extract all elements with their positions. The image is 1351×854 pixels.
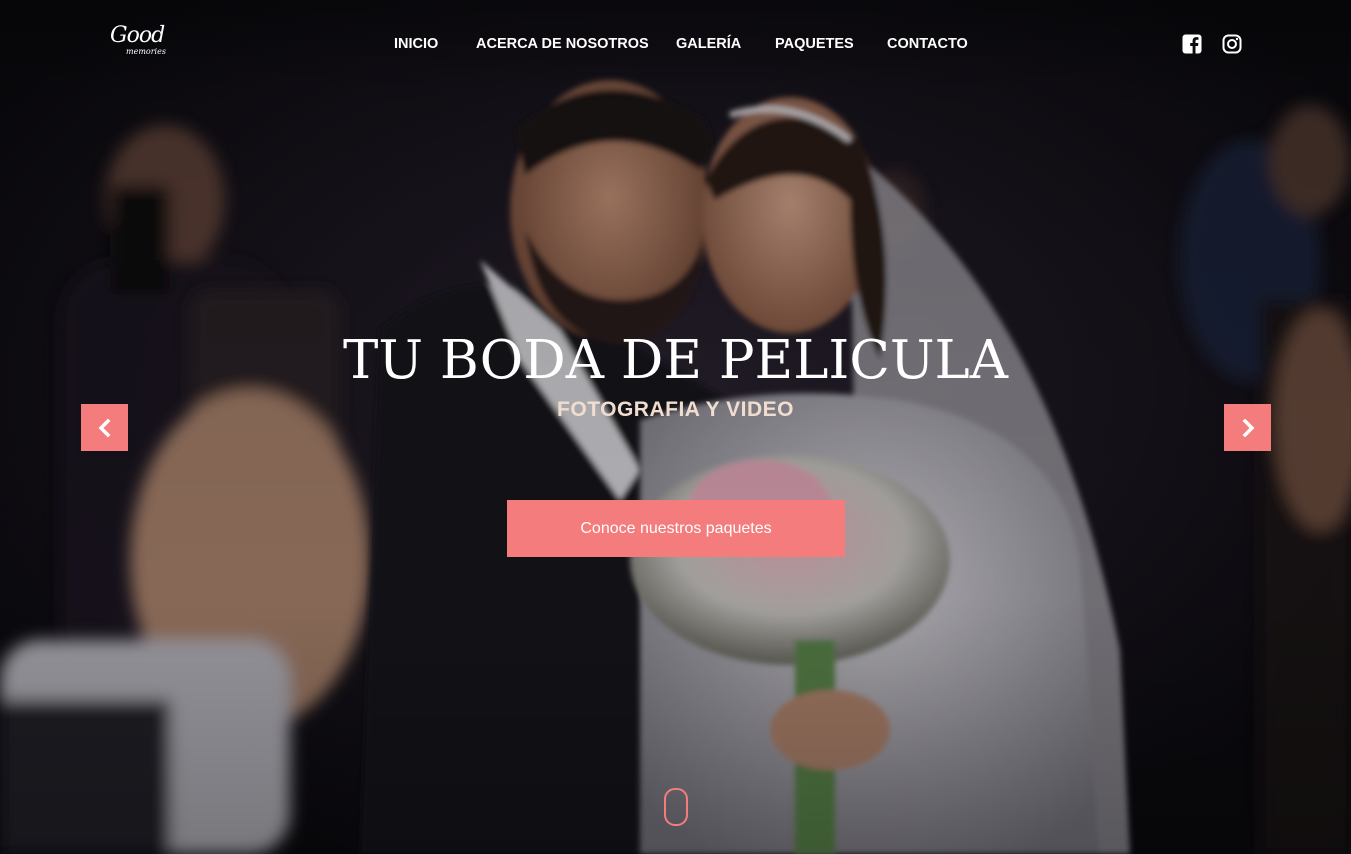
scroll-down-indicator[interactable] xyxy=(664,788,688,826)
chevron-right-icon xyxy=(1242,418,1254,437)
nav-item-contacto[interactable]: CONTACTO xyxy=(887,36,968,52)
packages-cta-button[interactable]: Conoce nuestros paquetes xyxy=(507,500,845,557)
nav-item-inicio[interactable]: INICIO xyxy=(394,36,438,52)
logo-wordmark: Good xyxy=(110,23,165,48)
carousel-prev-button[interactable] xyxy=(81,404,128,451)
site-header: Good memories INICIO ACERCA DE NOSOTROS … xyxy=(0,0,1351,90)
facebook-icon[interactable] xyxy=(1182,34,1202,54)
nav-item-paquetes[interactable]: PAQUETES xyxy=(775,36,854,52)
chevron-left-icon xyxy=(98,418,110,437)
hero-subtitle: FOTOGRAFIA Y VIDEO xyxy=(557,398,794,421)
nav-item-acerca[interactable]: ACERCA DE NOSOTROS xyxy=(476,36,649,52)
logo-tagline: memories xyxy=(126,47,166,56)
instagram-icon[interactable] xyxy=(1222,34,1242,54)
brand-logo[interactable]: Good memories xyxy=(110,23,180,61)
dark-overlay xyxy=(0,0,1351,854)
nav-item-galeria[interactable]: GALERÍA xyxy=(676,36,741,52)
hero-section: Good memories INICIO ACERCA DE NOSOTROS … xyxy=(0,0,1351,854)
hero-title: TU BODA DE PELICULA xyxy=(342,330,1009,391)
carousel-next-button[interactable] xyxy=(1224,404,1271,451)
